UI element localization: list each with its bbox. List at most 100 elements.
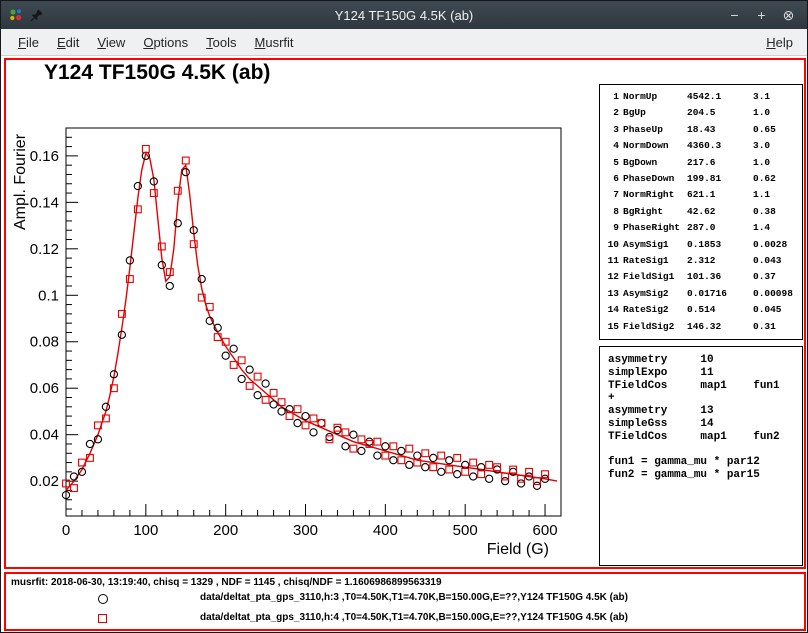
data-point-circle <box>166 282 173 289</box>
data-point-circle <box>438 468 445 475</box>
app-window: Y124 TF150G 4.5K (ab) −+⊗ FileEditViewOp… <box>0 0 808 633</box>
y-tick-label: 0.14 <box>30 194 59 211</box>
legend-marker-square-icon <box>98 614 107 623</box>
plot-frame <box>66 128 561 516</box>
menu-options[interactable]: Options <box>134 35 197 50</box>
data-point-circle <box>406 461 413 468</box>
legend: data/deltat_pta_gps_3110,h:3 ,T0=4.50K,T… <box>6 588 804 628</box>
data-point-square <box>470 459 477 466</box>
data-point-square <box>294 406 301 413</box>
close-button[interactable]: ⊗ <box>780 7 797 24</box>
data-point-circle <box>334 426 341 433</box>
data-point-circle <box>517 480 524 487</box>
x-tick-label: 100 <box>133 522 158 539</box>
data-point-square <box>182 157 189 164</box>
app-icon[interactable] <box>8 7 24 23</box>
param-row: 13AsymSig20.017160.00098 <box>605 286 802 302</box>
data-point-circle <box>414 452 421 459</box>
param-row: 6PhaseDown199.810.62 <box>605 171 802 187</box>
data-point-circle <box>422 464 429 471</box>
param-row: 7NormRight621.11.1 <box>605 187 802 203</box>
minimize-button[interactable]: − <box>726 7 743 24</box>
data-point-circle <box>358 447 365 454</box>
data-point-circle <box>254 392 261 399</box>
canvas-info-pad[interactable]: musrfit: 2018-06-30, 13:19:40, chisq = 1… <box>4 572 806 631</box>
canvas-main-pad[interactable]: Y124 TF150G 4.5K (ab) 010020030040050060… <box>4 58 806 569</box>
window-title: Y124 TF150G 4.5K (ab) <box>335 8 474 23</box>
data-point-square <box>134 206 141 213</box>
menu-file[interactable]: File <box>9 35 48 50</box>
data-point-circle <box>326 433 333 440</box>
data-point-square <box>142 146 149 153</box>
data-point-square <box>310 415 317 422</box>
legend-entry: data/deltat_pta_gps_3110,h:3 ,T0=4.50K,T… <box>6 588 804 608</box>
data-point-square <box>286 413 293 420</box>
x-tick-label: 0 <box>62 522 70 539</box>
data-point-square <box>302 422 309 429</box>
data-point-circle <box>382 443 389 450</box>
data-point-square <box>190 241 197 248</box>
x-axis-title: Field (G) <box>487 541 549 558</box>
param-row: 3PhaseUp18.430.65 <box>605 122 802 138</box>
data-point-square <box>462 468 469 475</box>
theory-box[interactable]: asymmetry 10simplExpo 11TFieldCos map1 f… <box>599 346 803 566</box>
menu-help[interactable]: Help <box>760 35 799 50</box>
legend-entry: data/deltat_pta_gps_3110,h:4 ,T0=4.50K,T… <box>6 608 804 628</box>
data-point-circle <box>278 408 285 415</box>
param-row: 5BgDown217.61.0 <box>605 155 802 171</box>
theory-line: fun2 = gamma_mu * par15 <box>608 469 802 482</box>
data-point-square <box>422 450 429 457</box>
window-buttons: −+ ⊗ <box>726 1 797 29</box>
data-point-circle <box>134 182 141 189</box>
maximize-button[interactable]: + <box>753 7 770 24</box>
param-row: 15FieldSig2146.320.31 <box>605 319 802 335</box>
theory-line: TFieldCos map1 fun1 <box>608 380 802 393</box>
data-point-circle <box>230 345 237 352</box>
data-point-circle <box>342 443 349 450</box>
data-point-square <box>406 445 413 452</box>
param-row: 14RateSig20.5140.045 <box>605 302 802 318</box>
param-row: 11RateSig12.3120.043 <box>605 253 802 269</box>
theory-line: simpleGss 14 <box>608 418 802 431</box>
data-point-square <box>398 457 405 464</box>
data-point-circle <box>270 401 277 408</box>
data-point-square <box>262 396 269 403</box>
param-row: 12FieldSig1101.360.37 <box>605 269 802 285</box>
pin-icon[interactable] <box>30 8 44 22</box>
menu-musrfit[interactable]: Musrfit <box>246 35 303 50</box>
data-point-square <box>486 461 493 468</box>
x-tick-label: 400 <box>373 522 398 539</box>
data-point-circle <box>246 366 253 373</box>
menu-edit[interactable]: Edit <box>48 35 88 50</box>
data-point-square <box>158 243 165 250</box>
fit-curve <box>66 154 557 491</box>
data-point-circle <box>310 429 317 436</box>
y-tick-label: 0.04 <box>30 427 59 444</box>
y-tick-label: 0.08 <box>30 334 59 351</box>
menu-tools[interactable]: Tools <box>197 35 245 50</box>
theory-line: asymmetry 13 <box>608 405 802 418</box>
x-tick-label: 600 <box>533 522 558 539</box>
data-point-square <box>238 357 245 364</box>
data-point-square <box>358 436 365 443</box>
data-point-circle <box>198 275 205 282</box>
data-point-circle <box>454 471 461 478</box>
param-row: 2BgUp204.51.0 <box>605 105 802 121</box>
title-bar: Y124 TF150G 4.5K (ab) −+ ⊗ <box>1 1 807 29</box>
data-point-circle <box>502 478 509 485</box>
theory-line: + <box>608 392 802 405</box>
y-tick-label: 0.06 <box>30 380 59 397</box>
data-point-square <box>446 466 453 473</box>
data-point-circle <box>533 482 540 489</box>
data-point-square <box>478 471 485 478</box>
y-tick-label: 0.12 <box>30 241 59 258</box>
data-point-circle <box>222 352 229 359</box>
data-point-square <box>246 382 253 389</box>
param-box[interactable]: 1NormUp4542.13.12BgUp204.51.03PhaseUp18.… <box>599 84 803 340</box>
data-point-circle <box>430 454 437 461</box>
y-tick-label: 0.1 <box>38 287 59 304</box>
data-point-square <box>382 452 389 459</box>
data-point-circle <box>374 452 381 459</box>
data-point-circle <box>390 457 397 464</box>
menu-view[interactable]: View <box>88 35 134 50</box>
